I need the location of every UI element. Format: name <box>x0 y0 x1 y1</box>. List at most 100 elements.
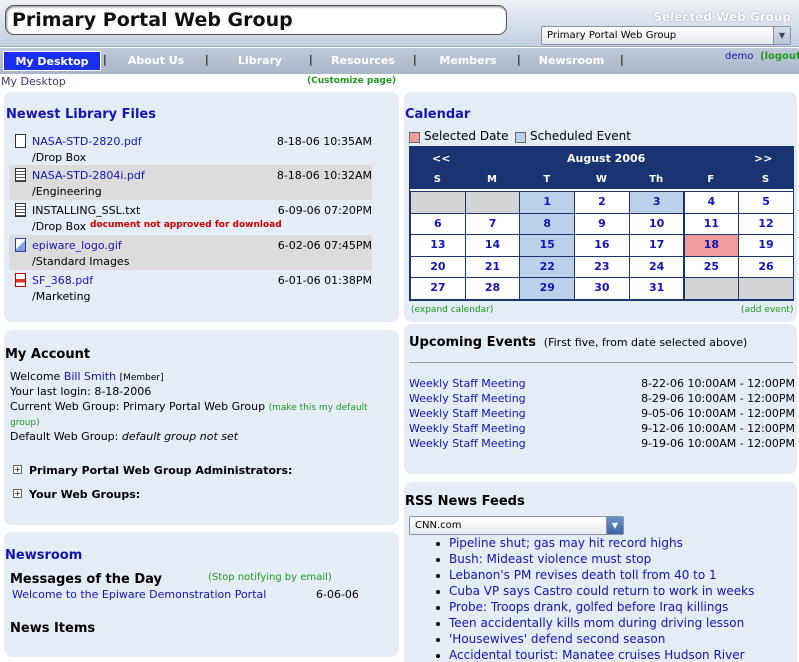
bullet-icon <box>436 622 440 626</box>
group-admins-heading[interactable]: Primary Portal Web Group Administrators: <box>29 464 292 477</box>
calendar-day[interactable]: 1 <box>519 191 576 214</box>
rss-headline[interactable]: Pipeline shut; gas may hit record highs <box>436 536 683 550</box>
calendar-day[interactable]: 27 <box>410 277 466 300</box>
calendar-day[interactable]: 2 <box>574 191 630 214</box>
logout-link[interactable]: (logout) <box>760 51 799 62</box>
rss-headline[interactable]: Accidental tourist: Manatee cruises Huds… <box>436 648 745 662</box>
calendar-day[interactable]: 8 <box>519 212 576 235</box>
calendar-day[interactable]: 5 <box>738 191 794 214</box>
calendar-day[interactable]: 19 <box>738 234 794 257</box>
next-month-button[interactable]: >> <box>754 152 772 165</box>
calendar-month: August 2006 <box>567 152 646 165</box>
rss-headline-text[interactable]: Accidental tourist: Manatee cruises Huds… <box>449 648 745 662</box>
your-groups-heading[interactable]: Your Web Groups: <box>29 488 140 501</box>
calendar-day[interactable]: 16 <box>574 234 630 257</box>
calendar-day[interactable]: 18 <box>683 234 740 257</box>
calendar-day[interactable]: 22 <box>519 255 576 278</box>
calendar-day[interactable]: 24 <box>628 255 685 278</box>
web-group-select[interactable]: Primary Portal Web Group ▼ <box>541 26 791 45</box>
bullet-icon <box>436 558 440 562</box>
calendar-day[interactable]: 13 <box>410 234 466 257</box>
rss-headline[interactable]: Cuba VP says Castro could return to work… <box>436 584 754 598</box>
current-group-line: Current Web Group: Primary Portal Web Gr… <box>10 400 380 430</box>
file-link[interactable]: epiware_logo.gif <box>32 239 122 252</box>
chevron-down-icon[interactable]: ▼ <box>606 517 623 534</box>
calendar-day[interactable]: 4 <box>683 191 740 214</box>
calendar-day[interactable]: 26 <box>738 255 794 278</box>
newsroom-title: Newsroom <box>5 548 83 563</box>
expand-icon[interactable]: + <box>13 489 22 498</box>
stop-notify-link[interactable]: (Stop notifying by email) <box>208 572 332 583</box>
weekday-label: Th <box>649 174 664 185</box>
calendar-day[interactable]: 30 <box>574 277 630 300</box>
rss-headline-text[interactable]: 'Housewives' defend second season <box>449 632 665 646</box>
calendar-day[interactable]: 29 <box>519 277 576 300</box>
legend-scheduled: Scheduled Event <box>530 129 631 143</box>
event-link[interactable]: Weekly Staff Meeting <box>409 377 526 390</box>
messages-title: Messages of the Day <box>10 572 162 587</box>
bullet-icon <box>436 654 440 658</box>
rss-headline-text[interactable]: Lebanon's PM revises death toll from 40 … <box>449 568 717 582</box>
event-link[interactable]: Weekly Staff Meeting <box>409 407 526 420</box>
rss-feed-select[interactable]: CNN.com ▼ <box>409 516 624 535</box>
tab-resources[interactable]: Resources <box>320 51 406 71</box>
calendar-day[interactable]: 10 <box>628 212 685 235</box>
calendar-day[interactable]: 9 <box>574 212 630 235</box>
rss-headline-text[interactable]: Cuba VP says Castro could return to work… <box>449 584 754 598</box>
user-profile-link[interactable]: Bill Smith <box>64 370 116 383</box>
weekday-label: W <box>595 174 607 185</box>
nav-separator: | <box>620 53 624 66</box>
list-item: epiware_logo.gif 6-02-06 07:45PM /Standa… <box>9 235 372 270</box>
calendar-day[interactable]: 21 <box>464 255 521 278</box>
calendar-day[interactable]: 28 <box>464 277 521 300</box>
rss-headline-text[interactable]: Probe: Troops drank, golfed before Iraq … <box>449 600 728 614</box>
rss-headline[interactable]: Probe: Troops drank, golfed before Iraq … <box>436 600 728 614</box>
calendar-day[interactable]: 11 <box>683 212 740 235</box>
event-link[interactable]: Weekly Staff Meeting <box>409 422 526 435</box>
rss-headline[interactable]: 'Housewives' defend second season <box>436 632 665 646</box>
calendar-day[interactable]: 15 <box>519 234 576 257</box>
file-date: 8-18-06 10:32AM <box>276 169 372 182</box>
event-time: 9-12-06 10:00AM - 12:00PM <box>641 422 795 435</box>
rss-headline-text[interactable]: Teen accidentally kills mom during drivi… <box>449 616 744 630</box>
chevron-down-icon[interactable]: ▼ <box>773 27 790 44</box>
expand-calendar-link[interactable]: (expand calendar) <box>411 305 493 315</box>
calendar-day[interactable]: 6 <box>410 212 466 235</box>
calendar-day[interactable]: 12 <box>738 212 794 235</box>
selected-date-swatch <box>409 132 420 143</box>
rss-headline[interactable]: Bush: Mideast violence must stop <box>436 552 651 566</box>
calendar-day[interactable]: 14 <box>464 234 521 257</box>
file-link[interactable]: NASA-STD-2804i.pdf <box>32 169 145 182</box>
calendar-day[interactable]: 20 <box>410 255 466 278</box>
nav-separator: | <box>103 53 107 66</box>
calendar-day[interactable]: 17 <box>628 234 685 257</box>
calendar-day[interactable]: 25 <box>683 255 740 278</box>
calendar-day[interactable]: 23 <box>574 255 630 278</box>
event-link[interactable]: Weekly Staff Meeting <box>409 437 526 450</box>
user-link[interactable]: demo <box>725 51 753 62</box>
calendar-day[interactable]: 7 <box>464 212 521 235</box>
message-link[interactable]: Welcome to the Epiware Demonstration Por… <box>12 588 266 601</box>
add-event-link[interactable]: (add event) <box>741 305 793 315</box>
calendar-day[interactable]: 3 <box>628 191 685 214</box>
prev-month-button[interactable]: << <box>432 152 450 165</box>
tab-about-us[interactable]: About Us <box>113 51 199 71</box>
list-item: SF_368.pdf 6-01-06 01:38PM /Marketing <box>9 270 372 305</box>
rss-headline-text[interactable]: Pipeline shut; gas may hit record highs <box>449 536 683 550</box>
file-path: /Engineering <box>32 185 102 198</box>
tab-library[interactable]: Library <box>218 51 302 71</box>
default-group-line: Default Web Group: default group not set <box>10 430 238 443</box>
event-link[interactable]: Weekly Staff Meeting <box>409 392 526 405</box>
rss-headline-text[interactable]: Bush: Mideast violence must stop <box>449 552 651 566</box>
customize-page-link[interactable]: (Customize page) <box>307 76 396 86</box>
file-link[interactable]: NASA-STD-2820.pdf <box>32 135 142 148</box>
rss-headline[interactable]: Lebanon's PM revises death toll from 40 … <box>436 568 717 582</box>
tab-my-desktop[interactable]: My Desktop <box>3 51 101 71</box>
tab-members[interactable]: Members <box>424 51 512 71</box>
nav-separator: | <box>517 53 521 66</box>
rss-headline[interactable]: Teen accidentally kills mom during drivi… <box>436 616 744 630</box>
expand-icon[interactable]: + <box>13 465 22 474</box>
file-link[interactable]: SF_368.pdf <box>32 274 93 287</box>
calendar-day[interactable]: 31 <box>628 277 685 300</box>
tab-newsroom[interactable]: Newsroom <box>528 51 615 71</box>
